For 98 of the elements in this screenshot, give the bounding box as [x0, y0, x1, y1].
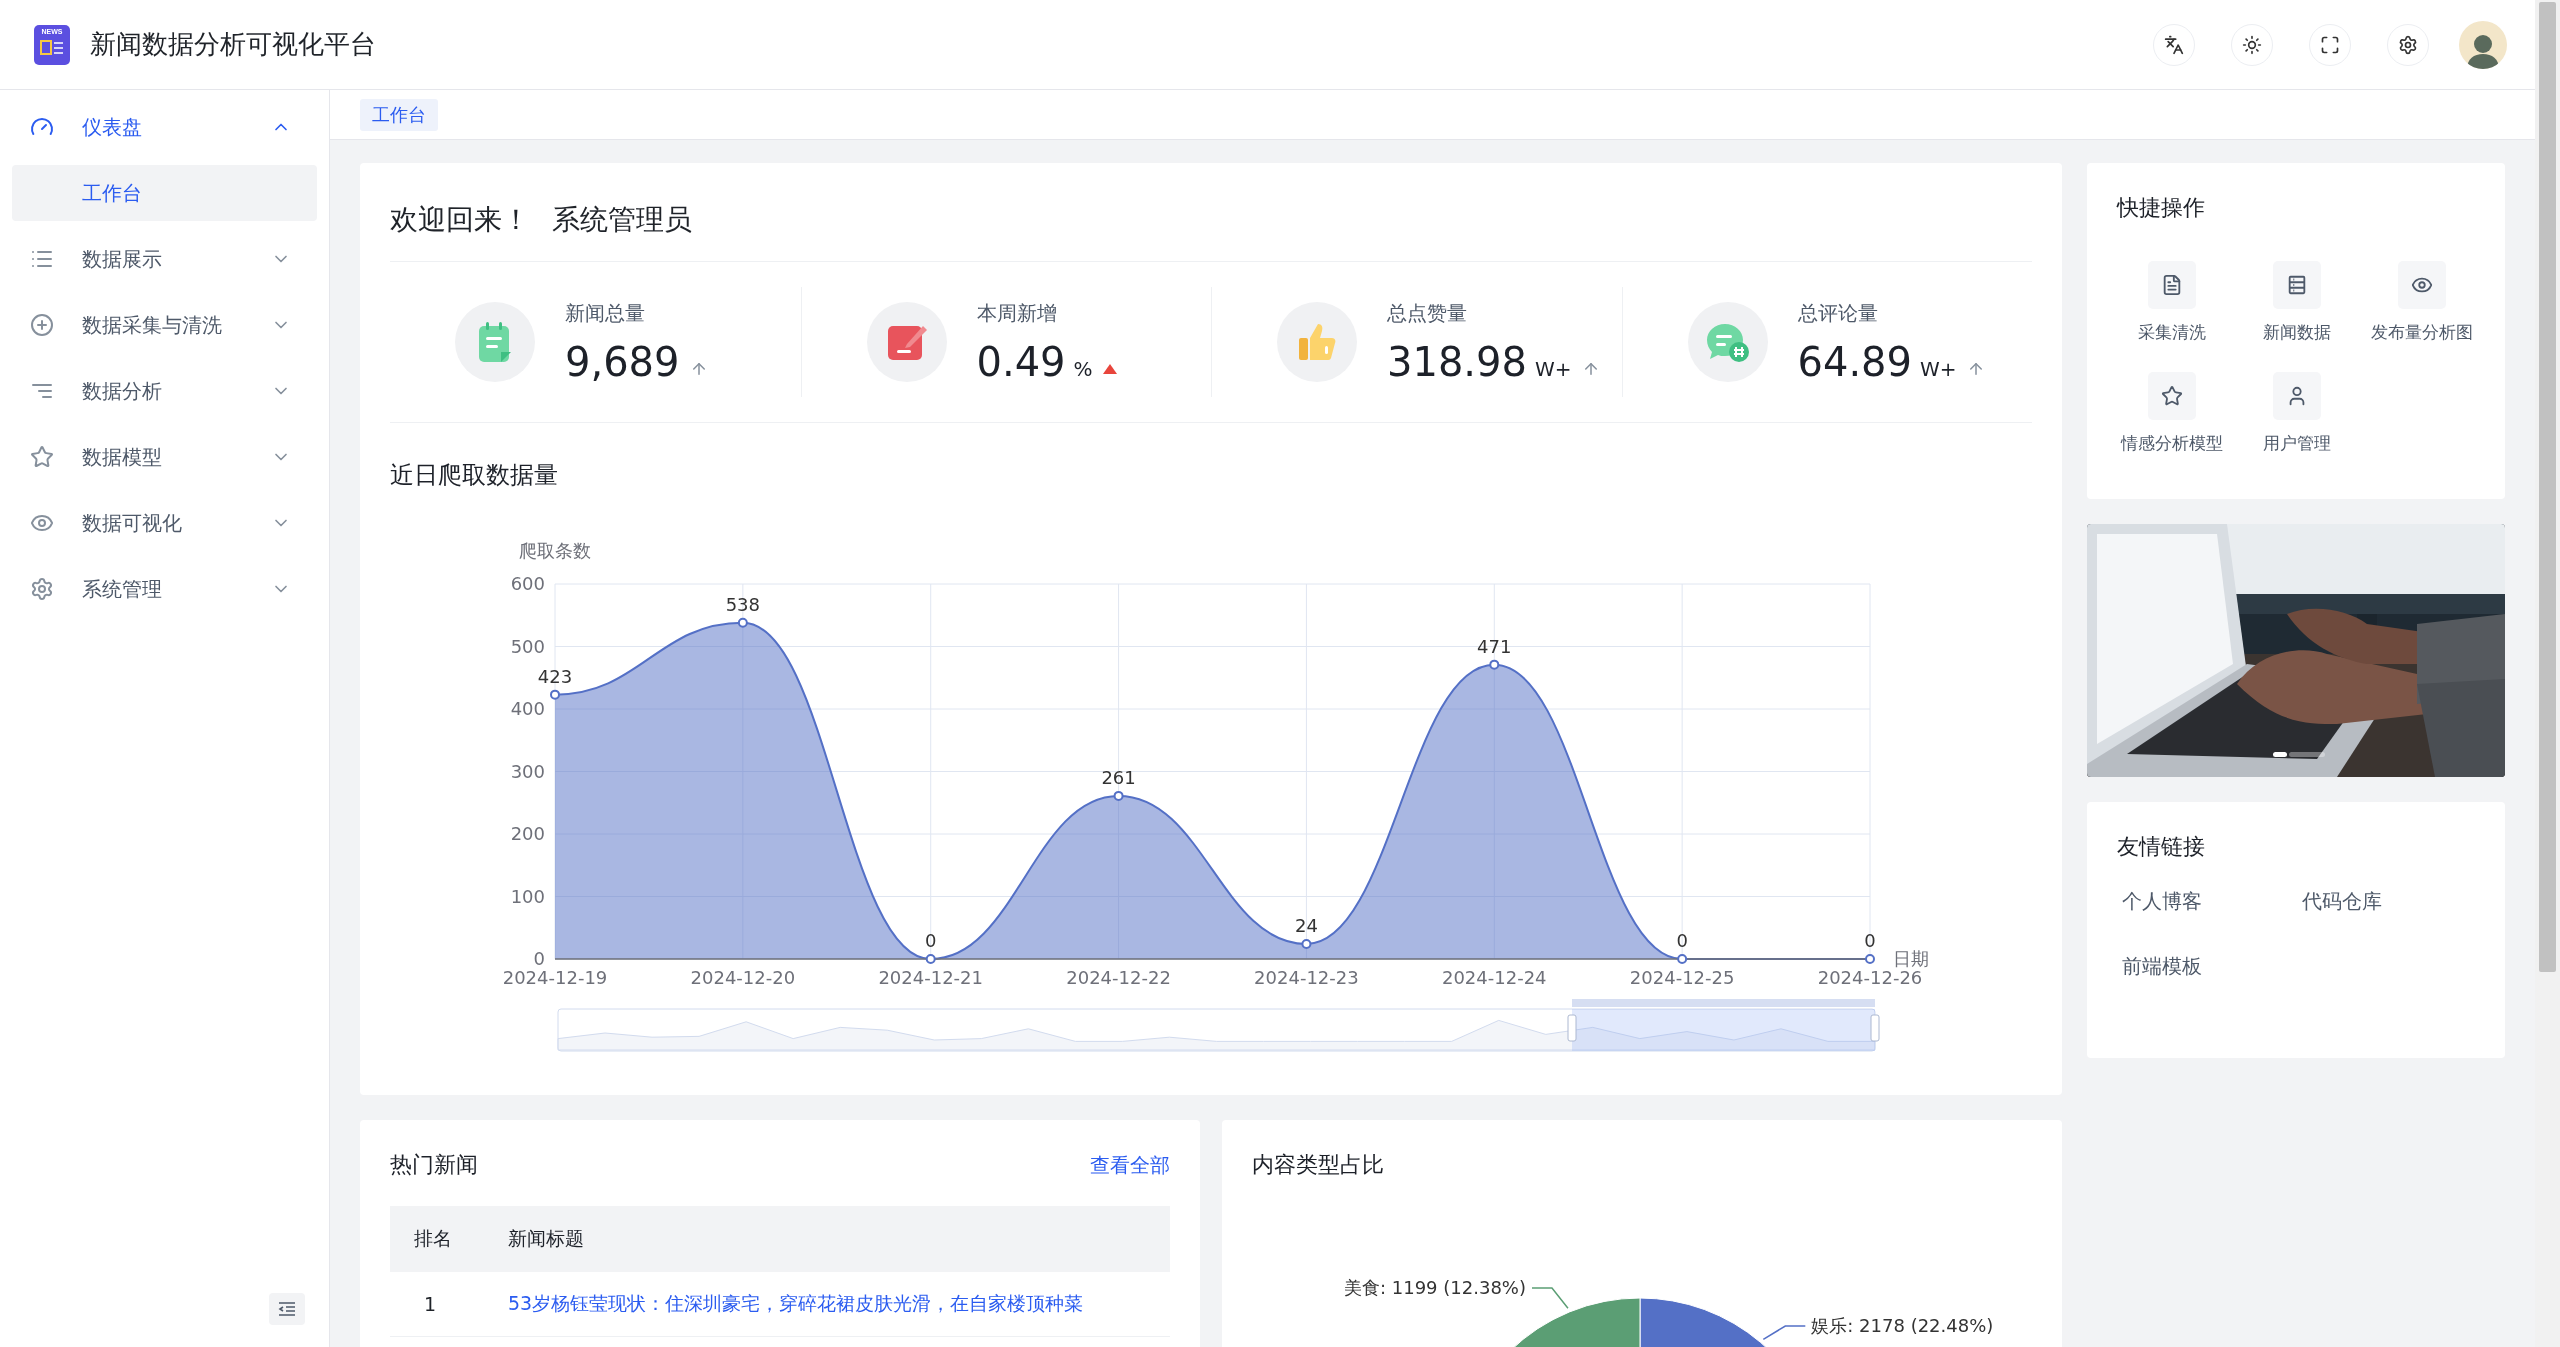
stat-label: 新闻总量	[565, 299, 646, 327]
data-point	[925, 954, 936, 964]
page-tab[interactable]: 工作台	[360, 98, 438, 131]
data-label: 423	[537, 665, 573, 687]
x-tick-label: 2024-12-25	[1629, 967, 1735, 988]
stat-unit: W+	[1920, 356, 1957, 381]
y-tick-label: 600	[510, 573, 545, 594]
star-icon	[2160, 385, 2183, 407]
friend-link[interactable]: 代码仓库	[2302, 888, 2482, 915]
menu-item[interactable]: 仪表盘	[0, 94, 329, 160]
slice-label: 美食: 1199 (12.38%)	[1343, 1277, 1526, 1298]
y-tick-label: 0	[533, 948, 545, 969]
menu-item[interactable]: 系统管理	[0, 556, 329, 622]
user-name: 系统管理员	[552, 202, 692, 238]
y-axis-title: 爬取条数	[519, 540, 591, 561]
menu-item[interactable]: 数据可视化	[0, 490, 329, 556]
stat-unit: W+	[1534, 356, 1572, 381]
settings-button[interactable]	[2387, 23, 2429, 66]
collapse-icon	[278, 1301, 296, 1317]
x-tick-label: 2024-12-21	[878, 967, 983, 988]
star-icon	[30, 445, 54, 469]
x-axis-title: 日期	[1893, 948, 1929, 969]
up-triangle-icon	[1102, 363, 1117, 374]
avatar[interactable]	[2459, 20, 2507, 69]
column-header: 新闻标题	[484, 1206, 1170, 1272]
menu-item[interactable]: 数据模型	[0, 424, 329, 490]
collapse-button[interactable]	[269, 1293, 305, 1325]
column-header: 排名	[390, 1206, 484, 1272]
data-label: 24	[1295, 915, 1318, 936]
stat-unit: %	[1073, 356, 1093, 381]
data-label: 0	[1864, 930, 1876, 951]
scrollbar[interactable]	[2535, 0, 2560, 1347]
y-tick-label: 300	[510, 760, 545, 782]
stat-label: 总评论量	[1797, 299, 1879, 327]
stat-label: 本周新增	[976, 299, 1058, 327]
card-title: 内容类型占比	[1252, 1151, 1385, 1179]
friend-link[interactable]: 前端模板	[2122, 953, 2302, 980]
settings-icon	[30, 577, 54, 601]
settings-icon	[2398, 34, 2418, 55]
x-tick-label: 2024-12-19	[502, 967, 608, 988]
data-label: 538	[725, 593, 761, 615]
quick-action[interactable]: 采集清洗	[2109, 261, 2234, 344]
view-all-link[interactable]: 查看全部	[1090, 1151, 1170, 1179]
data-point	[550, 689, 560, 700]
data-point	[1301, 939, 1312, 949]
sun-icon	[2242, 34, 2262, 55]
translate-icon	[2164, 34, 2184, 55]
x-tick-label: 2024-12-20	[690, 967, 796, 988]
x-tick-label: 2024-12-23	[1254, 967, 1359, 988]
slice-label: 娱乐: 2178 (22.48%)	[1811, 1315, 1994, 1336]
data-point	[737, 617, 748, 628]
stat-value: 318.98	[1387, 338, 1527, 385]
quick-action[interactable]: 情感分析模型	[2109, 372, 2234, 455]
data-point	[1865, 954, 1875, 964]
plus-circle-icon	[30, 313, 54, 337]
menu-item[interactable]: 数据分析	[0, 358, 329, 424]
quick-action[interactable]: 新闻数据	[2234, 261, 2359, 344]
fullscreen-button[interactable]	[2309, 23, 2351, 66]
x-tick-label: 2024-12-22	[1066, 967, 1171, 988]
card-title: 快捷操作	[2117, 194, 2206, 222]
stat-value: 0.49	[976, 338, 1066, 385]
card-title: 友情链接	[2117, 833, 2206, 861]
x-tick-label: 2024-12-26	[1817, 967, 1923, 988]
stat-value: 64.89	[1797, 338, 1912, 385]
card-title: 热门新闻	[390, 1151, 478, 1179]
menu-item[interactable]: 数据展示	[0, 226, 329, 292]
data-point	[1113, 790, 1124, 801]
welcome-text: 欢迎回来！	[390, 202, 530, 238]
data-point	[1677, 954, 1688, 964]
data-zoom-slider[interactable]	[557, 999, 1880, 1052]
leader-line	[1762, 1325, 1807, 1341]
app-title: 新闻数据分析可视化平台	[90, 28, 377, 61]
quick-action[interactable]: 用户管理	[2234, 372, 2359, 455]
data-label: 261	[1101, 766, 1136, 788]
fullscreen-icon	[2320, 34, 2340, 55]
data-label: 471	[1477, 635, 1512, 657]
data-label: 0	[1676, 930, 1688, 951]
theme-button[interactable]	[2231, 23, 2273, 66]
stat-label: 总点赞量	[1387, 299, 1468, 327]
rank-cell: 1	[390, 1272, 484, 1337]
x-tick-label: 2024-12-24	[1442, 967, 1547, 988]
chart-title: 近日爬取数据量	[390, 460, 559, 491]
y-tick-label: 400	[510, 698, 545, 719]
data-point	[1489, 659, 1500, 670]
menu-item[interactable]: 数据采集与清洗	[0, 292, 329, 358]
carousel-indicator[interactable]	[2273, 752, 2287, 757]
y-tick-label: 200	[510, 823, 545, 844]
translate-button[interactable]	[2153, 23, 2195, 66]
y-tick-label: 500	[510, 635, 545, 657]
y-tick-label: 100	[510, 885, 545, 907]
leader-line	[1531, 1287, 1569, 1309]
stat-value: 9,689	[565, 338, 680, 385]
data-label: 0	[925, 930, 937, 951]
carousel-indicator[interactable]	[2289, 752, 2325, 757]
news-title-link[interactable]: 53岁杨钰莹现状：住深圳豪宅，穿碎花裙皮肤光滑，在自家楼顶种菜	[508, 1292, 1084, 1314]
submenu-item[interactable]: 工作台	[12, 165, 317, 221]
quick-action[interactable]: 发布量分析图	[2359, 261, 2484, 344]
friend-link[interactable]: 个人博客	[2122, 888, 2302, 915]
